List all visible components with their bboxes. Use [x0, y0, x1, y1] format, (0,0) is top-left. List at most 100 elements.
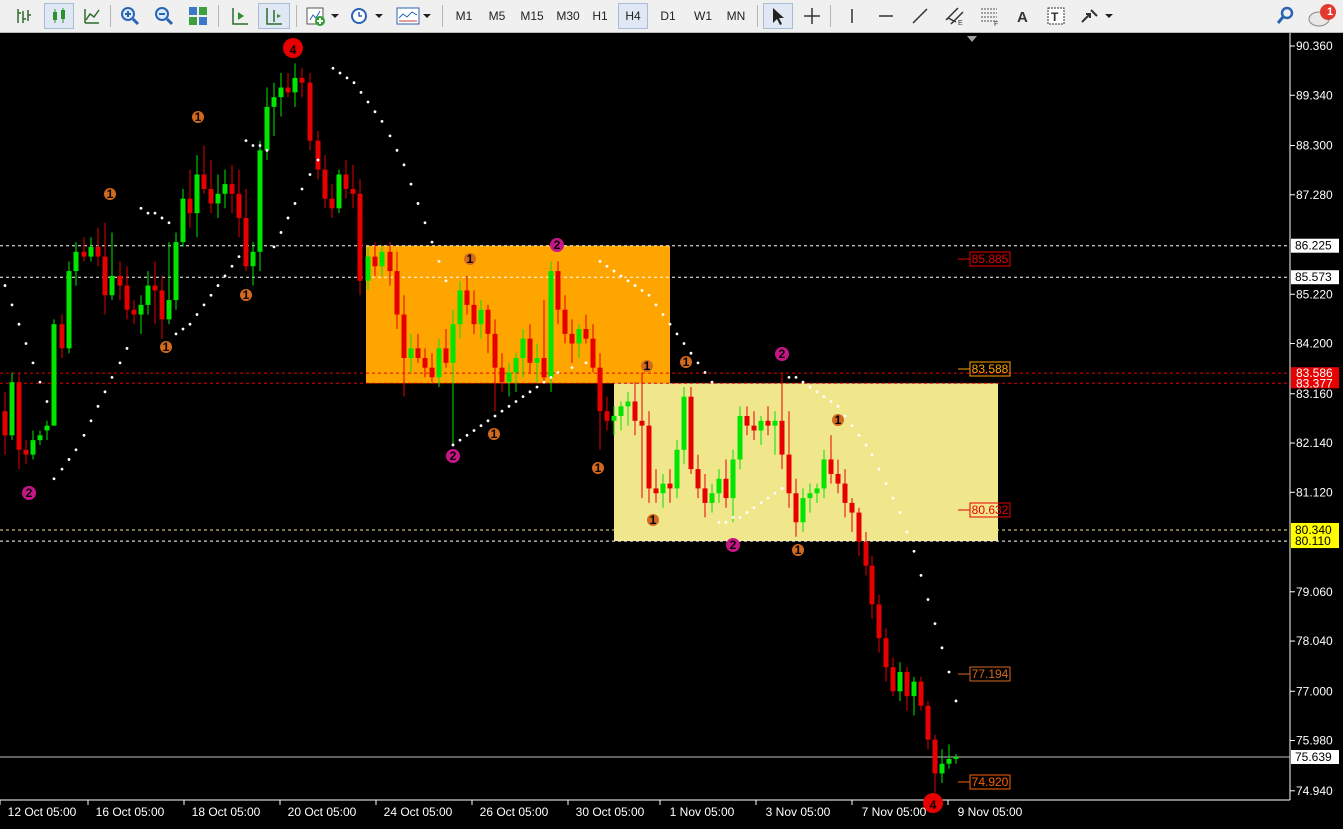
- timeframe-m5[interactable]: M5: [483, 3, 511, 29]
- candle-body: [876, 604, 882, 639]
- sar-dot: [479, 424, 483, 428]
- wave-label-1: 1: [683, 355, 690, 369]
- templates-dropdown[interactable]: [392, 3, 434, 29]
- time-tick-label: 20 Oct 05:00: [288, 805, 357, 819]
- sar-dot: [766, 496, 770, 500]
- sar-dot: [570, 366, 574, 370]
- vertical-line-button[interactable]: [838, 3, 866, 29]
- search-button[interactable]: [1272, 3, 1300, 29]
- sar-dot: [118, 361, 122, 365]
- wave-label-1: 1: [163, 340, 170, 354]
- candle-body: [464, 290, 470, 305]
- candle-body: [436, 348, 442, 378]
- bar-chart-button[interactable]: [10, 3, 38, 29]
- text-label-button[interactable]: T: [1042, 3, 1070, 29]
- chart-shift-button[interactable]: [258, 3, 290, 29]
- crosshair-button[interactable]: [798, 3, 826, 29]
- candle-body: [646, 425, 652, 489]
- wave-label-1: 1: [467, 252, 474, 266]
- candlestick-icon: [53, 8, 65, 23]
- candle-body: [187, 198, 193, 214]
- price-tag: 75.639: [1295, 750, 1332, 764]
- search-icon: [1276, 6, 1294, 24]
- periodicity-dropdown[interactable]: [346, 3, 386, 29]
- candlestick-chart-button[interactable]: [44, 3, 74, 29]
- sar-dot: [82, 433, 86, 437]
- candle-body: [800, 498, 806, 523]
- autoscroll-button[interactable]: [226, 3, 254, 29]
- sar-dot: [458, 438, 462, 442]
- yellow-zone: [614, 383, 998, 542]
- candle-body: [88, 246, 94, 257]
- zoom-in-button[interactable]: [116, 3, 144, 29]
- fibonacci-button[interactable]: F: [976, 3, 1004, 29]
- sar-dot: [444, 279, 448, 283]
- text-tool-button[interactable]: A: [1010, 3, 1036, 29]
- sar-dot: [877, 467, 881, 471]
- candle-body: [307, 82, 313, 141]
- sar-dot: [308, 173, 312, 176]
- candle-body: [322, 169, 328, 199]
- candle-body: [821, 459, 827, 489]
- sar-dot: [933, 622, 937, 626]
- candle-body: [109, 275, 115, 296]
- candle-body: [786, 454, 792, 494]
- sar-dot: [17, 322, 21, 326]
- price-tick-label: 87.280: [1296, 188, 1333, 202]
- svg-text:A: A: [1017, 9, 1028, 26]
- trendline-button[interactable]: [906, 3, 934, 29]
- sar-dot: [167, 221, 171, 225]
- sar-dot: [661, 313, 665, 316]
- candle-body: [758, 420, 764, 431]
- candle-body: [863, 541, 869, 566]
- sar-dot: [366, 100, 370, 104]
- timeframe-h1[interactable]: H1: [587, 3, 613, 29]
- zoom-in-icon: [121, 7, 140, 26]
- sar-dot: [493, 414, 497, 418]
- indicators-dropdown[interactable]: [302, 3, 342, 29]
- timeframe-mn[interactable]: MN: [721, 3, 751, 29]
- candle-body: [443, 348, 449, 363]
- price-tick-label: 84.200: [1296, 337, 1333, 351]
- sar-dot: [380, 119, 384, 123]
- wave-label-1: 1: [835, 413, 842, 427]
- sar-dot: [717, 520, 721, 524]
- sar-dot: [780, 487, 784, 490]
- sar-dot: [251, 144, 255, 147]
- timeframe-m15[interactable]: M15: [515, 3, 549, 29]
- sar-dot: [864, 443, 868, 447]
- sar-dot: [465, 433, 469, 437]
- arrows-dropdown[interactable]: [1076, 3, 1116, 29]
- notifications-button[interactable]: 1: [1306, 3, 1340, 29]
- timeframe-h4[interactable]: H4: [618, 3, 648, 29]
- clock-icon: [351, 8, 383, 24]
- crosshair-icon: [804, 8, 820, 24]
- timeframe-d1[interactable]: D1: [654, 3, 682, 29]
- chart-shift-marker[interactable]: [967, 36, 977, 42]
- candle-body: [576, 329, 582, 344]
- line-chart-button[interactable]: [78, 3, 106, 29]
- candle-body: [394, 271, 400, 315]
- timeframe-m30[interactable]: M30: [551, 3, 585, 29]
- wave-label-1: 1: [243, 288, 250, 302]
- cursor-button[interactable]: [763, 3, 793, 29]
- candle-body: [415, 348, 421, 359]
- horizontal-line-button[interactable]: [872, 3, 900, 29]
- equidistant-channel-button[interactable]: E: [940, 3, 970, 29]
- sar-dot: [103, 390, 107, 394]
- price-tag: 85.573: [1295, 270, 1332, 284]
- timeframe-m1[interactable]: M1: [450, 3, 478, 29]
- candle-body: [667, 483, 673, 489]
- sar-dot: [423, 221, 427, 225]
- candle-body: [660, 483, 666, 494]
- candle-body: [243, 217, 249, 267]
- timeframe-w1[interactable]: W1: [688, 3, 718, 29]
- price-chart[interactable]: 4 1 1 1 1 1 1 1 1 1 1 1 1 2 2 2 2 2 4 85.885 83.588 80.632 77.…: [0, 33, 1343, 829]
- tile-windows-button[interactable]: [184, 3, 212, 29]
- templates-icon: [396, 7, 431, 25]
- zoom-out-button[interactable]: [150, 3, 178, 29]
- candle-body: [250, 251, 256, 267]
- sar-dot: [850, 424, 854, 428]
- candle-body: [37, 435, 43, 441]
- sar-dot: [829, 400, 833, 403]
